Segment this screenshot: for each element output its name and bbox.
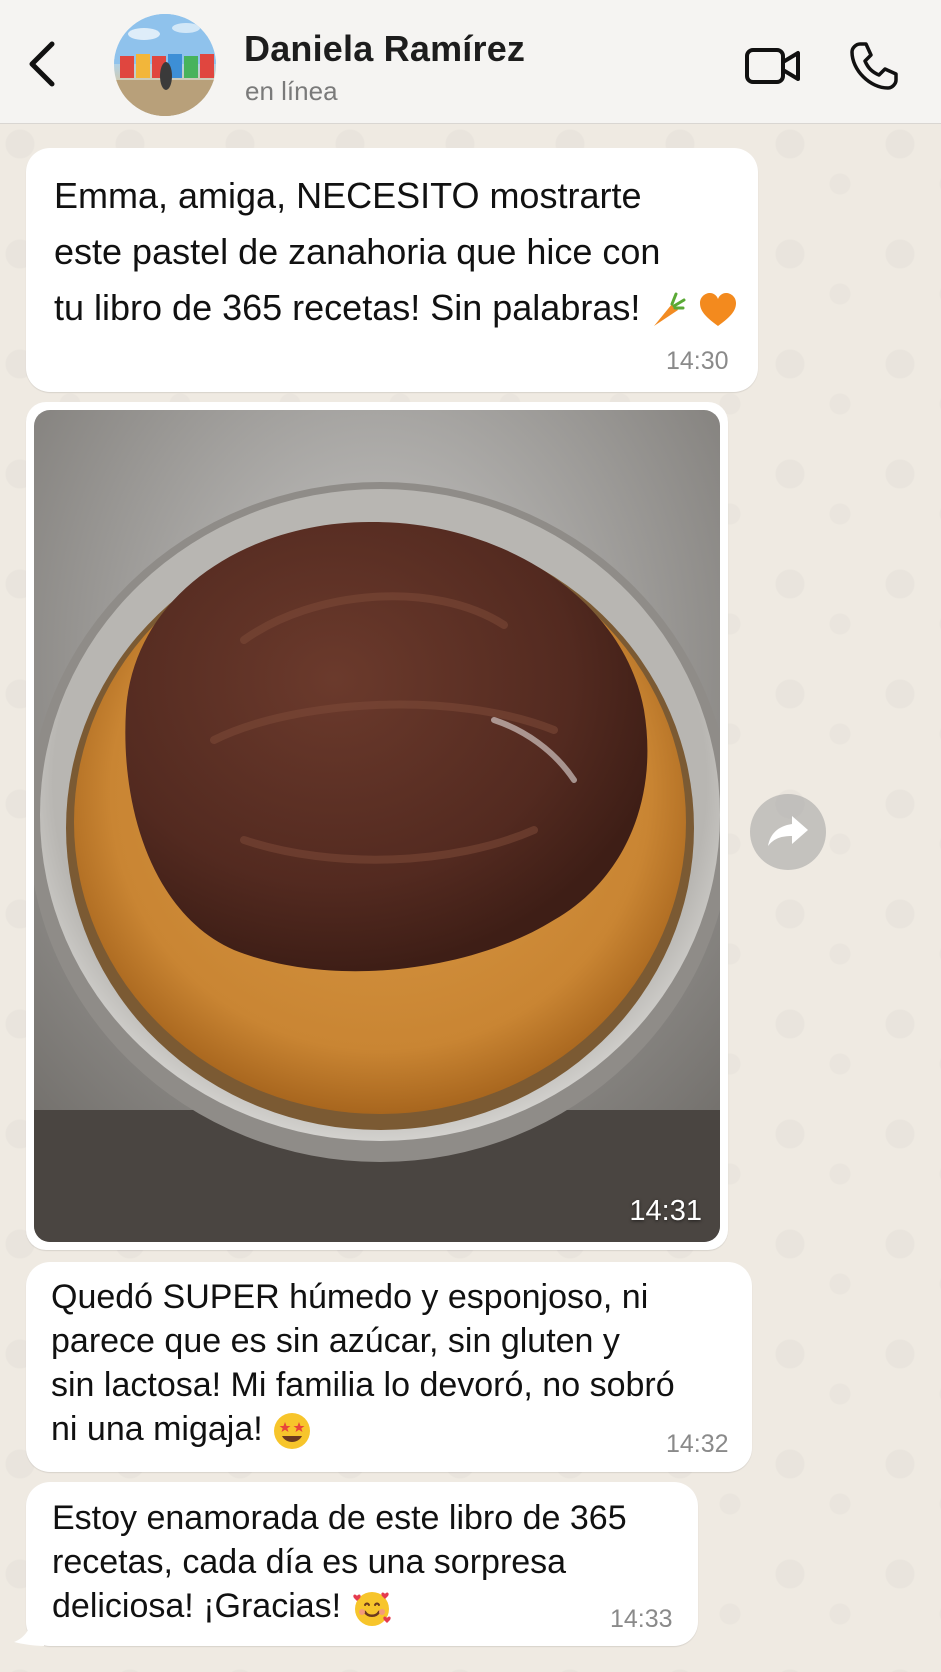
- message-line-with-emoji: deliciosa! ¡Gracias!: [52, 1584, 627, 1628]
- message-line: tu libro de 365 recetas! Sin palabras!: [54, 287, 641, 328]
- cake-image: [34, 410, 720, 1242]
- video-call-button[interactable]: [744, 42, 802, 90]
- message-line-with-emoji: tu libro de 365 recetas! Sin palabras!: [54, 280, 738, 336]
- message-timestamp: 14:30: [666, 347, 729, 375]
- contact-status: en línea: [245, 76, 338, 106]
- message-text: Estoy enamorada de este libro de 365 rec…: [52, 1496, 627, 1628]
- video-camera-icon: [745, 48, 800, 84]
- message-line: Emma, amiga, NECESITO mostrarte: [54, 175, 642, 216]
- bubble-tail: [14, 1622, 44, 1646]
- forward-arrow-icon: [768, 816, 808, 846]
- message-line-with-emoji: ni una migaja!: [51, 1407, 675, 1451]
- message-line: deliciosa! ¡Gracias!: [52, 1587, 342, 1625]
- message-line: recetas, cada día es una sorpresa: [52, 1543, 567, 1581]
- back-button[interactable]: [22, 36, 62, 92]
- message-line: sin lactosa! Mi familia lo devoró, no so…: [51, 1366, 675, 1404]
- message-timestamp: 14:33: [610, 1605, 673, 1633]
- message-line: Estoy enamorada de este libro de 365: [52, 1499, 627, 1537]
- message-line: parece que es sin azúcar, sin gluten y: [51, 1322, 620, 1360]
- message-text: Quedó SUPER húmedo y esponjoso, ni parec…: [51, 1275, 675, 1451]
- contact-avatar[interactable]: [114, 14, 216, 116]
- cake-photo[interactable]: 14:31: [34, 410, 720, 1242]
- voice-call-button[interactable]: [848, 40, 900, 92]
- chat-header: Daniela Ramírez en línea: [0, 0, 941, 124]
- forward-button[interactable]: [750, 794, 826, 870]
- orange-heart-icon: [700, 293, 737, 327]
- chevron-left-icon: [29, 41, 55, 87]
- message-timestamp: 14:32: [666, 1430, 729, 1458]
- avatar-photo: [114, 14, 216, 116]
- message-line: ni una migaja!: [51, 1410, 263, 1448]
- message-text: Emma, amiga, NECESITO mostrarte este pas…: [54, 168, 738, 336]
- message-line: este pastel de zanahoria que hice con: [54, 231, 661, 272]
- contact-name[interactable]: Daniela Ramírez: [244, 28, 525, 70]
- message-line: Quedó SUPER húmedo y esponjoso, ni: [51, 1278, 649, 1316]
- carrot-icon: [654, 292, 686, 327]
- image-timestamp: 14:31: [629, 1195, 702, 1227]
- star-struck-face-icon: [274, 1413, 311, 1450]
- smiling-face-with-hearts-icon: [352, 1592, 391, 1627]
- phone-icon: [850, 42, 898, 90]
